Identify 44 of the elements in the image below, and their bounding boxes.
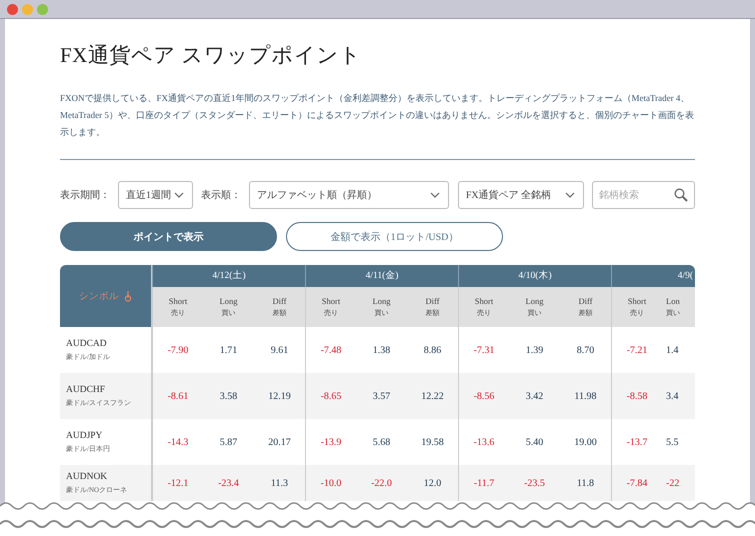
- close-icon[interactable]: [7, 4, 18, 14]
- table-cell: -8.61: [152, 373, 203, 419]
- table-cell: 11.3: [254, 465, 305, 501]
- category-select[interactable]: FX通貨ペア 全銘柄: [458, 181, 584, 209]
- table-cell: -23.4: [203, 465, 254, 501]
- chevron-icon: [564, 192, 575, 198]
- date-header: 4/10(木): [458, 265, 611, 287]
- page-title: FX通貨ペア スワップポイント: [60, 42, 363, 69]
- table-cell: -22: [662, 465, 695, 501]
- table-cell: 12.19: [254, 373, 305, 419]
- table-cell: 12.22: [407, 373, 458, 419]
- order-select[interactable]: アルファベット順（昇順）: [249, 181, 449, 209]
- date-header: 4/11(金): [305, 265, 458, 287]
- table-cell: -22.0: [356, 465, 407, 501]
- period-select[interactable]: 直近1週間: [118, 181, 193, 209]
- zoom-icon[interactable]: [37, 4, 48, 14]
- table-cell: -8.65: [305, 373, 356, 419]
- minimize-icon[interactable]: [22, 4, 33, 14]
- table-cell: 3.58: [203, 373, 254, 419]
- table-cell: -10.0: [305, 465, 356, 501]
- table-cell: -7.84: [611, 465, 662, 501]
- table-cell: -8.56: [458, 373, 509, 419]
- table-cell: -12.1: [152, 465, 203, 501]
- view-toggle-button[interactable]: ポイントで表示: [60, 222, 277, 251]
- chevron-icon: [174, 192, 184, 198]
- table-cell: 3.57: [356, 373, 407, 419]
- search-field[interactable]: 銘柄検索: [592, 181, 695, 209]
- table-cell: 11.98: [560, 373, 611, 419]
- table-cell: -11.7: [458, 465, 509, 501]
- period-label: 表示期間：: [60, 188, 110, 202]
- table-cell: 11.8: [560, 465, 611, 501]
- search-icon: [674, 188, 688, 202]
- chevron-icon: [430, 192, 440, 198]
- order-label: 表示順：: [201, 188, 241, 202]
- table-cell: -23.5: [509, 465, 560, 501]
- date-header: 4/12(土): [152, 265, 305, 287]
- table-cell: 3.4: [662, 373, 695, 419]
- date-header: 4/9(: [611, 265, 695, 287]
- view-toggle-button[interactable]: 金額で表示（1ロット/USD）: [286, 222, 503, 251]
- page-description: FXONで提供している、FX通貨ペアの直近1年間のスワップポイント（金利差調整分）を表示しています。トレーディングプラットフォーム（MetaTrader 4、MetaTrader 5）や、口座のタイプ（スタンダード、エリート）によるスワップポイントの違いはありません。シンボルを選択すると、個別のチャート画面を表示します。: [60, 92, 695, 139]
- table-cell: 3.42: [509, 373, 560, 419]
- table-cell: 12.0: [407, 465, 458, 501]
- table-cell: -8.58: [611, 373, 662, 419]
- sort-icon: [124, 290, 132, 302]
